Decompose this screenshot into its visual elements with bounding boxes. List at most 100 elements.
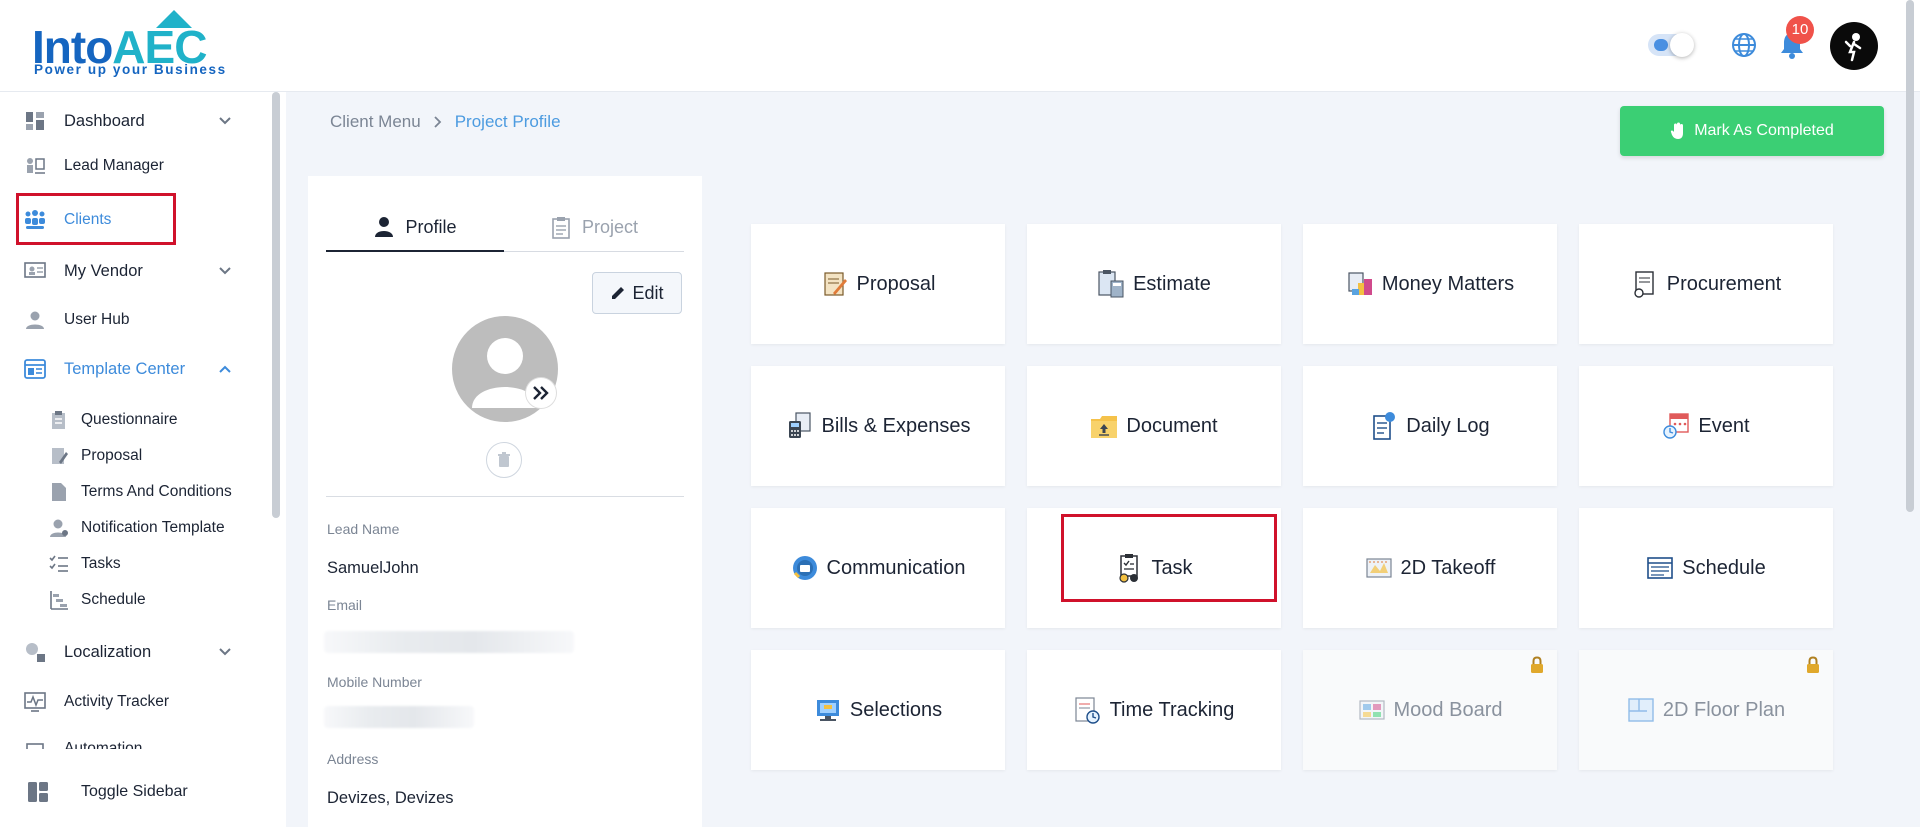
- module-estimate[interactable]: Estimate: [1027, 224, 1281, 344]
- breadcrumb-parent[interactable]: Client Menu: [330, 112, 421, 132]
- automation-icon: [22, 740, 48, 749]
- chevron-down-icon: [219, 267, 231, 275]
- toggle-sidebar-button[interactable]: Toggle Sidebar: [0, 762, 270, 822]
- selections-icon: [816, 700, 839, 721]
- logo-tagline: Power up your Business: [34, 62, 227, 77]
- sidebar-item-activity-tracker[interactable]: Activity Tracker: [0, 680, 270, 724]
- module-document[interactable]: Document: [1027, 366, 1281, 486]
- takeoff-icon: [1365, 558, 1392, 578]
- module-label: Daily Log: [1406, 414, 1490, 437]
- lock-icon: [1807, 656, 1819, 673]
- notification-badge[interactable]: 10: [1786, 16, 1814, 44]
- module-daily-log[interactable]: Daily Log: [1303, 366, 1557, 486]
- module-label: Communication: [826, 556, 966, 579]
- estimate-icon: [1098, 270, 1124, 298]
- user-avatar[interactable]: [1830, 22, 1878, 70]
- sidebar-item-label: Questionnaire: [81, 411, 178, 428]
- lead-name-value: SamuelJohn: [327, 559, 419, 577]
- module-bills-expenses[interactable]: Bills & Expenses: [751, 366, 1005, 486]
- bills-icon: [788, 412, 811, 438]
- mark-as-completed-label: Mark As Completed: [1694, 122, 1834, 139]
- sidebar-item-label: Lead Manager: [64, 157, 164, 174]
- globe-icon[interactable]: [1730, 31, 1758, 59]
- trash-icon: [498, 452, 510, 467]
- edit-button[interactable]: Edit: [592, 272, 682, 314]
- profile-divider: [326, 496, 684, 497]
- profile-panel: Profile Project Edit Lead Name SamuelJoh…: [308, 176, 702, 827]
- module-money-matters[interactable]: Money Matters: [1303, 224, 1557, 344]
- mobile-number-redacted: [324, 706, 474, 728]
- chevron-up-icon: [219, 365, 231, 373]
- sidebar-item-my-vendor[interactable]: My Vendor: [0, 249, 270, 293]
- vendor-icon: [22, 258, 48, 284]
- clients-highlight-box: [16, 193, 176, 245]
- sidebar-item-label: Activity Tracker: [64, 693, 170, 710]
- module-communication[interactable]: Communication: [751, 508, 1005, 628]
- module-procurement[interactable]: Procurement: [1579, 224, 1833, 344]
- tab-label: Project: [581, 217, 639, 237]
- module-event[interactable]: Event: [1579, 366, 1833, 486]
- questionnaire-icon: [48, 409, 70, 431]
- sidebar-item-lead-manager[interactable]: Lead Manager: [0, 144, 270, 188]
- tab-label: Profile: [405, 216, 457, 237]
- sidebar-item-dashboard[interactable]: Dashboard: [0, 99, 270, 143]
- activity-icon: [22, 689, 48, 715]
- localization-icon: [22, 639, 48, 665]
- chevron-down-icon: [219, 648, 231, 656]
- sidebar-item-user-hub[interactable]: User Hub: [0, 298, 270, 342]
- sidebar-item-schedule[interactable]: Schedule: [0, 578, 270, 622]
- sidebar-item-label: Terms And Conditions: [81, 483, 232, 500]
- module-label: Selections: [849, 698, 943, 721]
- module-2d-floor-plan[interactable]: 2D Floor Plan: [1579, 650, 1833, 770]
- calendar-icon: [1663, 413, 1690, 439]
- lead-manager-icon: [22, 153, 48, 179]
- sidebar-item-automation[interactable]: Automation: [0, 727, 270, 749]
- breadcrumb-current: Project Profile: [454, 112, 561, 131]
- toggle-track-fill: [1654, 39, 1668, 51]
- sidebar-item-label: Localization: [64, 642, 152, 661]
- schedule-icon: [48, 589, 70, 611]
- avatar-expand-button[interactable]: [526, 378, 556, 408]
- module-label: Proposal: [856, 272, 936, 295]
- template-icon: [22, 356, 48, 382]
- module-mood-board[interactable]: Mood Board: [1303, 650, 1557, 770]
- pencil-icon: [612, 287, 625, 299]
- sidebar-item-label: User Hub: [64, 311, 130, 328]
- tab-profile[interactable]: Profile: [326, 204, 504, 252]
- delete-avatar-button[interactable]: [486, 442, 522, 478]
- user-figure-icon: [1844, 33, 1862, 62]
- module-label: Schedule: [1682, 556, 1766, 579]
- tasks-icon: [48, 553, 70, 575]
- sidebar-item-localization[interactable]: Localization: [0, 630, 270, 674]
- proposal-icon: [823, 272, 847, 296]
- procurement-icon: [1634, 271, 1654, 298]
- floor-plan-icon: [1628, 698, 1654, 722]
- sidebar-scrollbar[interactable]: [272, 92, 280, 518]
- layout-icon: [28, 782, 48, 802]
- communication-icon: [792, 556, 817, 580]
- time-tracking-icon: [1074, 697, 1100, 724]
- toggle-sidebar-label: Toggle Sidebar: [81, 783, 188, 800]
- sidebar-item-label: Notification Template: [81, 519, 225, 536]
- toggle-knob: [1670, 33, 1694, 57]
- sidebar-item-label: Proposal: [81, 447, 143, 464]
- sidebar-item-template-center[interactable]: Template Center: [0, 347, 270, 391]
- schedule-icon: [1647, 557, 1674, 579]
- module-label: Time Tracking: [1109, 698, 1235, 721]
- tab-project[interactable]: Project: [504, 204, 684, 252]
- module-selections[interactable]: Selections: [751, 650, 1005, 770]
- module-2d-takeoff[interactable]: 2D Takeoff: [1303, 508, 1557, 628]
- address-value: Devizes, Devizes: [327, 789, 454, 807]
- app-logo[interactable]: IntoAEC Power up your Business: [32, 10, 225, 80]
- module-label: Money Matters: [1381, 272, 1515, 295]
- module-proposal[interactable]: Proposal: [751, 224, 1005, 344]
- sidebar-item-label: Dashboard: [64, 111, 145, 130]
- page-scrollbar[interactable]: [1906, 0, 1914, 512]
- theme-toggle[interactable]: [1648, 33, 1694, 57]
- module-schedule[interactable]: Schedule: [1579, 508, 1833, 628]
- module-label: 2D Takeoff: [1400, 556, 1496, 579]
- mark-as-completed-button[interactable]: Mark As Completed: [1620, 106, 1884, 156]
- module-time-tracking[interactable]: Time Tracking: [1027, 650, 1281, 770]
- proposal-icon: [48, 445, 70, 467]
- project-icon: [552, 216, 570, 239]
